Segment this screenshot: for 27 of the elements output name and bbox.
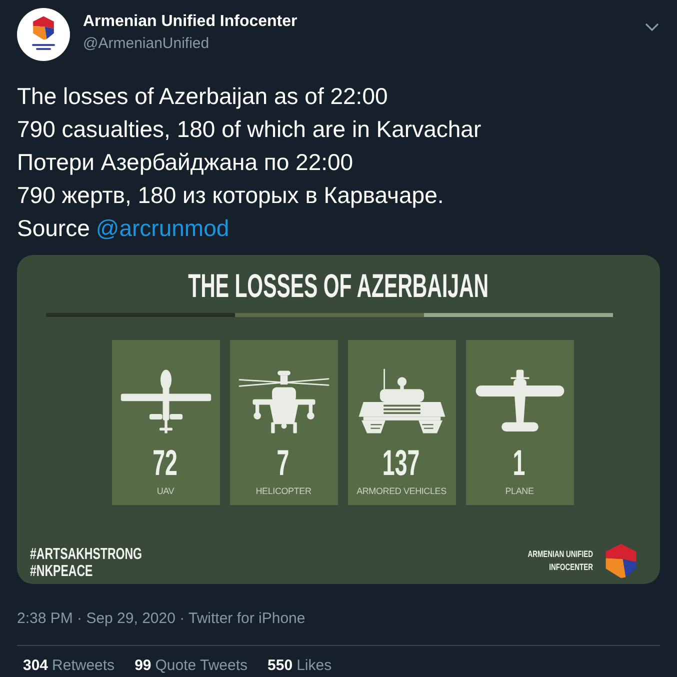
tweet-text-line: The losses of Azerbaijan as of 22:00 <box>17 82 389 111</box>
stat-link[interactable]: 550 Likes <box>268 657 332 675</box>
infographic-title: THE LOSSES OF AZERBAIJAN <box>188 269 489 303</box>
stat-link[interactable]: 99 Quote Tweets <box>134 657 248 675</box>
mention-link[interactable]: @arcrunmod <box>96 212 230 245</box>
avatar-logo-icon[interactable] <box>17 8 70 61</box>
stat-link[interactable]: 304 Retweets <box>23 657 115 675</box>
tweet-text-line: 790 casualties, 180 of which are in Karvachar <box>17 115 482 144</box>
loss-label: UAV <box>156 485 174 497</box>
loss-count: 72 <box>153 445 178 481</box>
tweet-text-line: 790 жертв, 180 из которых в Карвачаре. <box>17 181 445 210</box>
author-handle[interactable]: @ArmenianUnified <box>83 34 298 54</box>
brand-name-text: ARMENIAN UNIFIED INFOCENTER <box>528 548 593 574</box>
loss-count: 137 <box>382 445 420 481</box>
tweet-text-line: Потери Азербайджана по 22:00 <box>17 148 354 177</box>
loss-label: ARMORED VEHICLES <box>356 485 446 497</box>
loss-count: 1 <box>513 445 526 481</box>
source-label: Source <box>17 214 90 243</box>
tweet-timestamp[interactable]: 2:38 PM · Sep 29, 2020 · Twitter for iPhone <box>17 609 660 629</box>
loss-label: PLANE <box>505 485 534 497</box>
chevron-down-icon[interactable] <box>645 23 659 31</box>
loss-label: HELICOPTER <box>256 485 312 497</box>
hashtag-text: #NKPEACE <box>30 563 94 580</box>
author-name[interactable]: Armenian Unified Infocenter <box>83 12 298 32</box>
loss-count: 7 <box>277 445 290 481</box>
infographic-card[interactable]: THE LOSSES OF AZERBAIJAN 72 UAV 7 HELICOPTER 137 ARMORED VEHICLES 1 PLANE #ARTSAKHSTRONG #NKPEACE ARMENIAN UNIFIED INFOCENTER <box>17 255 660 584</box>
hashtag-text: #ARTSAKHSTRONG <box>30 546 142 563</box>
